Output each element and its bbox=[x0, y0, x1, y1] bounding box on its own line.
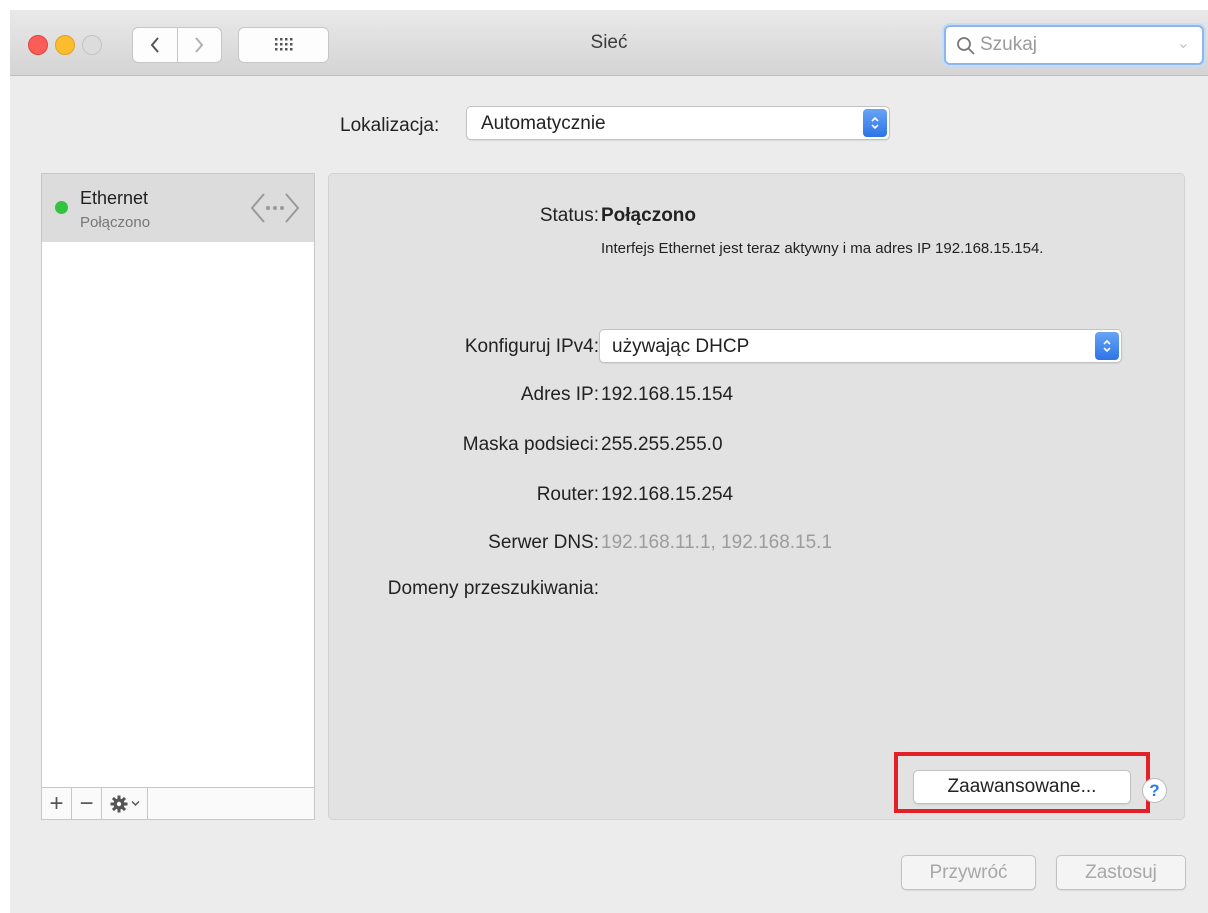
service-detail-panel: Status: Połączono Interfejs Ethernet jes… bbox=[328, 173, 1185, 820]
search-field[interactable]: ⌄ bbox=[944, 25, 1204, 65]
remove-service-button[interactable]: − bbox=[72, 788, 102, 819]
configure-ipv4-popup[interactable]: używając DHCP bbox=[599, 329, 1122, 363]
network-preferences-window: Sieć ⌄ Lokalizacja: Automatycznie Ethern… bbox=[10, 10, 1208, 913]
revert-button[interactable]: Przywróć bbox=[901, 855, 1036, 890]
advanced-button[interactable]: Zaawansowane... bbox=[913, 770, 1131, 804]
location-value: Automatycznie bbox=[481, 113, 606, 134]
router-label: Router: bbox=[536, 484, 599, 505]
service-list: Ethernet Połączono + − bbox=[41, 173, 315, 820]
title-bar: Sieć ⌄ bbox=[10, 10, 1208, 76]
action-menu-button[interactable] bbox=[102, 788, 148, 819]
configure-ipv4-label: Konfiguruj IPv4: bbox=[464, 336, 599, 357]
dns-server-value: 192.168.11.1, 192.168.15.1 bbox=[601, 532, 833, 553]
updown-arrows-icon bbox=[863, 109, 887, 137]
service-status: Połączono bbox=[80, 214, 151, 231]
status-value: Połączono bbox=[601, 205, 697, 226]
search-icon bbox=[957, 37, 975, 55]
gear-icon bbox=[110, 795, 127, 812]
ip-address-value: 192.168.15.154 bbox=[601, 384, 734, 405]
service-list-toolbar: + − bbox=[42, 787, 314, 819]
search-domains-label: Domeny przeszukiwania: bbox=[387, 578, 599, 599]
service-item-ethernet[interactable]: Ethernet Połączono bbox=[42, 174, 314, 242]
service-name: Ethernet bbox=[80, 188, 149, 208]
updown-arrows-icon bbox=[1095, 332, 1119, 360]
apply-button[interactable]: Zastosuj bbox=[1056, 855, 1186, 890]
connected-status-dot bbox=[55, 201, 68, 214]
help-button[interactable]: ? bbox=[1142, 778, 1167, 803]
ethernet-icon bbox=[250, 193, 300, 223]
chevron-down-icon bbox=[130, 800, 140, 807]
configure-ipv4-value: używając DHCP bbox=[612, 336, 750, 357]
router-value: 192.168.15.254 bbox=[601, 484, 734, 505]
subnet-mask-label: Maska podsieci: bbox=[462, 434, 599, 455]
clear-search-icon[interactable]: ⌄ bbox=[1177, 33, 1190, 53]
dns-server-label: Serwer DNS: bbox=[488, 532, 599, 553]
status-description: Interfejs Ethernet jest teraz aktywny i … bbox=[601, 240, 1044, 257]
location-label: Lokalizacja: bbox=[340, 115, 440, 136]
add-service-button[interactable]: + bbox=[42, 788, 72, 819]
search-input[interactable] bbox=[980, 32, 1180, 58]
ip-address-label: Adres IP: bbox=[520, 384, 599, 405]
status-label: Status: bbox=[539, 205, 599, 226]
subnet-mask-value: 255.255.255.0 bbox=[601, 434, 723, 455]
location-popup[interactable]: Automatycznie bbox=[466, 106, 890, 140]
